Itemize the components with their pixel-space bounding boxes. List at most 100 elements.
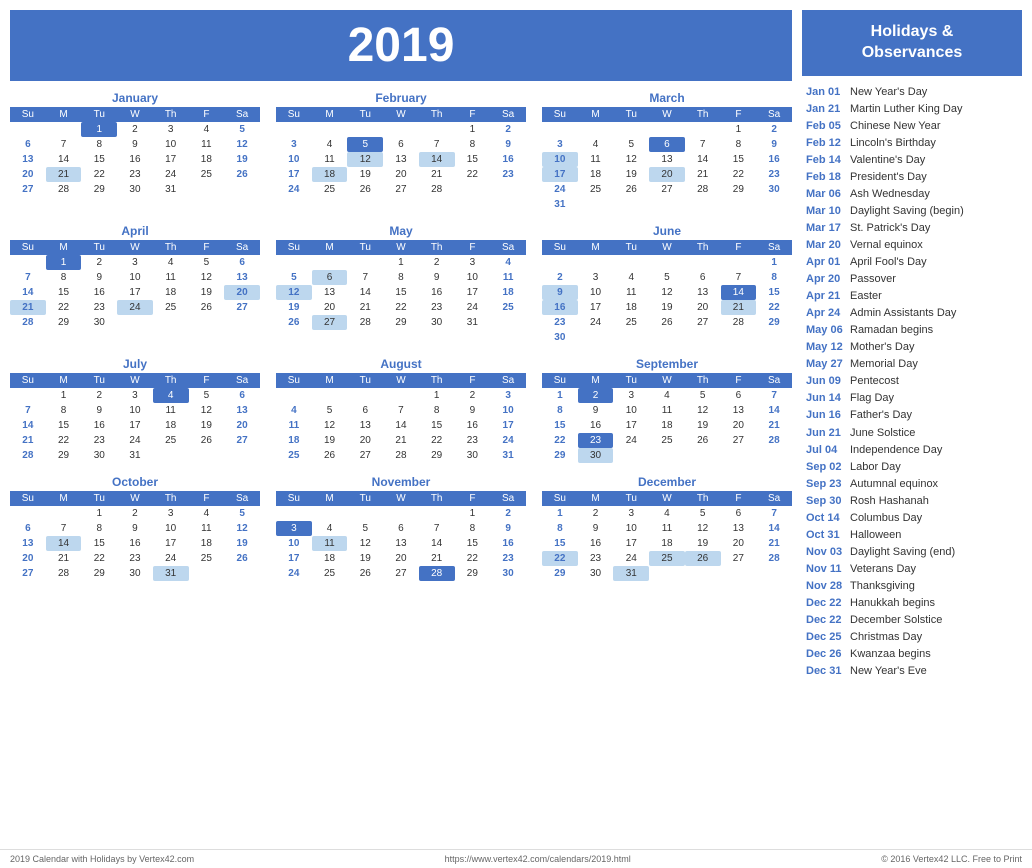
- calendar-day: [649, 197, 685, 212]
- calendar-day: 31: [455, 315, 491, 330]
- calendar-day: 11: [153, 403, 189, 418]
- calendar-day: 23: [81, 300, 117, 315]
- month-april: AprilSuMTuWThFSa123456789101112131415161…: [10, 224, 260, 345]
- holiday-date: Oct 31: [806, 527, 844, 544]
- calendar-day: 27: [721, 551, 757, 566]
- holiday-name: Passover: [850, 271, 896, 288]
- holiday-name: Christmas Day: [850, 629, 922, 646]
- calendar-day: [721, 255, 757, 270]
- month-table: SuMTuWThFSa12345678910111213141516171819…: [276, 491, 526, 581]
- calendar-day: 14: [347, 285, 383, 300]
- day-header: Th: [153, 107, 189, 122]
- calendar-day: 8: [419, 403, 455, 418]
- calendar-day: 29: [756, 315, 792, 330]
- holiday-date: Jan 21: [806, 101, 844, 118]
- calendar-day: 3: [117, 388, 153, 403]
- calendar-day: 11: [276, 418, 312, 433]
- calendar-day: 17: [542, 167, 578, 182]
- day-header: Tu: [613, 240, 649, 255]
- calendar-day: 2: [578, 506, 614, 521]
- day-header: F: [721, 491, 757, 506]
- calendar-day: [276, 388, 312, 403]
- calendar-day: 21: [10, 433, 46, 448]
- calendar-day: 16: [756, 152, 792, 167]
- calendar-day: 12: [649, 285, 685, 300]
- calendar-day: 18: [649, 536, 685, 551]
- holiday-date: Mar 06: [806, 186, 844, 203]
- day-header: Sa: [756, 107, 792, 122]
- calendar-day: 6: [721, 388, 757, 403]
- calendar-day: 24: [276, 566, 312, 581]
- day-header: Sa: [490, 107, 526, 122]
- month-name: December: [542, 475, 792, 489]
- day-header: Sa: [224, 240, 260, 255]
- day-header: F: [189, 491, 225, 506]
- month-june: JuneSuMTuWThFSa1234567891011121314151617…: [542, 224, 792, 345]
- calendar-day: 10: [153, 137, 189, 152]
- holiday-name: Ash Wednesday: [850, 186, 930, 203]
- calendar-day: 29: [383, 315, 419, 330]
- calendar-day: 13: [721, 521, 757, 536]
- day-header: M: [46, 491, 82, 506]
- calendar-day: 30: [490, 566, 526, 581]
- calendar-day: 25: [312, 566, 348, 581]
- calendar-day: 31: [117, 448, 153, 463]
- calendar-day: 22: [46, 433, 82, 448]
- day-header: Tu: [81, 240, 117, 255]
- calendar-day: [46, 122, 82, 137]
- footer-right: © 2016 Vertex42 LLC. Free to Print: [881, 854, 1022, 864]
- calendar-day: 11: [312, 536, 348, 551]
- calendar-day: 29: [542, 448, 578, 463]
- day-header: Th: [153, 240, 189, 255]
- day-header: F: [721, 373, 757, 388]
- calendar-day: 16: [542, 300, 578, 315]
- calendar-day: 27: [224, 300, 260, 315]
- calendar-day: [685, 330, 721, 345]
- calendar-day: 19: [224, 152, 260, 167]
- day-header: M: [46, 373, 82, 388]
- calendar-day: 19: [347, 551, 383, 566]
- calendar-day: 14: [419, 536, 455, 551]
- calendar-day: [224, 315, 260, 330]
- calendar-day: 29: [721, 182, 757, 197]
- calendar-day: 4: [490, 255, 526, 270]
- calendar-day: 3: [153, 122, 189, 137]
- calendar-day: 15: [81, 536, 117, 551]
- months-grid: JanuarySuMTuWThFSa1234567891011121314151…: [10, 91, 792, 581]
- calendar-day: 25: [276, 448, 312, 463]
- calendar-day: 6: [312, 270, 348, 285]
- calendar-day: [578, 330, 614, 345]
- calendar-day: 21: [347, 300, 383, 315]
- holiday-name: St. Patrick's Day: [850, 220, 930, 237]
- calendar-day: [649, 330, 685, 345]
- calendar-day: 27: [10, 182, 46, 197]
- month-table: SuMTuWThFSa12345678910111213141516171819…: [276, 240, 526, 330]
- day-header: Sa: [490, 491, 526, 506]
- month-august: AugustSuMTuWThFSa12345678910111213141516…: [276, 357, 526, 463]
- calendar-day: 6: [10, 137, 46, 152]
- calendar-day: [189, 315, 225, 330]
- holiday-item: Oct 14Columbus Day: [802, 510, 1022, 527]
- calendar-day: 22: [542, 433, 578, 448]
- calendar-day: 16: [81, 285, 117, 300]
- holiday-date: Mar 17: [806, 220, 844, 237]
- calendar-day: 1: [542, 388, 578, 403]
- calendar-day: 6: [10, 521, 46, 536]
- calendar-day: 5: [224, 506, 260, 521]
- calendar-day: 12: [312, 418, 348, 433]
- day-header: F: [189, 240, 225, 255]
- calendar-day: 29: [542, 566, 578, 581]
- calendar-day: 25: [189, 167, 225, 182]
- calendar-day: 31: [490, 448, 526, 463]
- calendar-day: 29: [46, 448, 82, 463]
- calendar-day: 1: [455, 506, 491, 521]
- holiday-name: Memorial Day: [850, 356, 918, 373]
- calendar-day: 28: [419, 182, 455, 197]
- holiday-date: Sep 23: [806, 476, 844, 493]
- calendar-day: 7: [10, 270, 46, 285]
- day-header: W: [117, 107, 153, 122]
- calendar-day: 6: [224, 255, 260, 270]
- month-march: MarchSuMTuWThFSa123456789101112131415161…: [542, 91, 792, 212]
- holiday-item: Nov 03Daylight Saving (end): [802, 544, 1022, 561]
- calendar-day: 20: [721, 418, 757, 433]
